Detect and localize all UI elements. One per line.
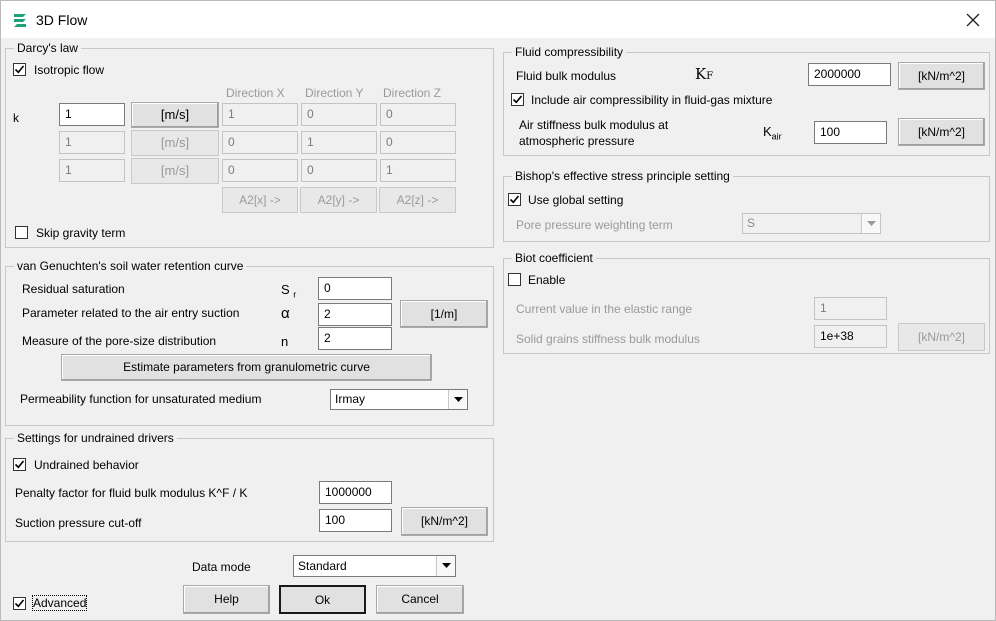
direction-x-header: Direction X: [226, 86, 285, 100]
fluid-bulk-modulus-input[interactable]: 2000000: [808, 63, 891, 86]
residual-saturation-label: Residual saturation: [22, 282, 125, 296]
pore-size-input[interactable]: 2: [318, 327, 392, 350]
dir-x-input-1: 1: [222, 103, 298, 126]
permeability-function-value: Irmay: [335, 392, 365, 406]
ok-button[interactable]: Ok: [279, 585, 366, 614]
air-stiffness-label-line1: Air stiffness bulk modulus at: [519, 118, 669, 132]
air-stiffness-symbol: Kair: [763, 124, 782, 142]
solid-grains-label: Solid grains stiffness bulk modulus: [516, 332, 700, 346]
undrained-behavior-checkbox[interactable]: [13, 458, 26, 471]
isotropic-flow-label: Isotropic flow: [34, 63, 105, 77]
fluid-compressibility-group-title: Fluid compressibility: [512, 45, 627, 59]
dir-z-input-3: 1: [380, 159, 456, 182]
data-mode-value: Standard: [298, 559, 347, 573]
undrained-behavior-label: Undrained behavior: [34, 458, 139, 472]
include-air-checkbox[interactable]: [511, 93, 524, 106]
k-label: k: [13, 111, 19, 125]
chevron-down-icon: [436, 556, 455, 576]
direction-y-header: Direction Y: [305, 86, 364, 100]
bishop-group-title: Bishop's effective stress principle sett…: [512, 169, 733, 183]
darcy-group-title: Darcy's law: [14, 41, 81, 55]
pore-pressure-weighting-label: Pore pressure weighting term: [516, 218, 673, 232]
dir-y-input-1: 0: [301, 103, 377, 126]
air-stiffness-input[interactable]: 100: [814, 121, 887, 144]
estimate-parameters-button[interactable]: Estimate parameters from granulometric c…: [61, 354, 432, 381]
data-mode-select[interactable]: Standard: [293, 555, 456, 577]
residual-saturation-input[interactable]: 0: [318, 277, 392, 300]
k-value-input-2: 1: [59, 131, 125, 154]
advanced-checkbox[interactable]: [13, 597, 26, 610]
use-global-setting-label: Use global setting: [528, 193, 624, 207]
undrained-group-title: Settings for undrained drivers: [14, 431, 177, 445]
app-logo-icon: [14, 14, 26, 27]
air-entry-input[interactable]: 2: [318, 303, 392, 326]
include-air-label: Include air compressibility in fluid-gas…: [531, 93, 773, 107]
penalty-factor-input[interactable]: 1000000: [319, 481, 392, 504]
k-unit-button-1[interactable]: [m/s]: [131, 102, 219, 128]
solid-grains-input: 1e+38: [814, 325, 887, 348]
pore-pressure-weighting-select: S: [742, 213, 881, 234]
a2y-button: A2[y] ->: [300, 187, 377, 213]
help-button[interactable]: Help: [183, 585, 270, 614]
k-unit-button-3: [m/s]: [131, 158, 219, 184]
current-value-label: Current value in the elastic range: [516, 302, 693, 316]
van-genuchten-group-title: van Genuchten's soil water retention cur…: [14, 259, 247, 273]
a2x-button: A2[x] ->: [222, 187, 298, 213]
air-stiffness-unit-button[interactable]: [kN/m^2]: [898, 118, 985, 146]
air-entry-unit-button[interactable]: [1/m]: [400, 300, 488, 328]
dir-y-input-2: 1: [301, 131, 377, 154]
k-unit-button-2: [m/s]: [131, 130, 219, 156]
cancel-button[interactable]: Cancel: [376, 585, 464, 614]
dir-x-input-3: 0: [222, 159, 298, 182]
skip-gravity-label: Skip gravity term: [36, 226, 126, 240]
permeability-function-select[interactable]: Irmay: [330, 389, 468, 410]
permeability-function-label: Permeability function for unsaturated me…: [20, 392, 262, 406]
suction-unit-button[interactable]: [kN/m^2]: [401, 507, 488, 536]
pore-size-label: Measure of the pore-size distribution: [22, 334, 217, 348]
dir-z-input-2: 0: [380, 131, 456, 154]
biot-enable-label: Enable: [528, 273, 566, 287]
pore-size-symbol: n: [281, 334, 289, 349]
penalty-factor-label: Penalty factor for fluid bulk modulus K^…: [15, 486, 248, 500]
window-title: 3D Flow: [36, 12, 88, 28]
skip-gravity-checkbox[interactable]: [15, 226, 28, 239]
dir-x-input-2: 0: [222, 131, 298, 154]
title-bar: 3D Flow: [0, 0, 996, 38]
dir-z-input-1: 0: [380, 103, 456, 126]
air-entry-symbol: α: [281, 305, 290, 322]
suction-cutoff-label: Suction pressure cut-off: [15, 516, 142, 530]
fluid-bulk-modulus-label: Fluid bulk modulus: [516, 69, 617, 83]
air-stiffness-label-line2: atmospheric pressure: [519, 134, 635, 148]
suction-cutoff-input[interactable]: 100: [319, 509, 392, 532]
solid-grains-unit-button: [kN/m^2]: [898, 323, 985, 351]
biot-group-title: Biot coefficient: [512, 251, 596, 265]
k-value-input-3: 1: [59, 159, 125, 182]
use-global-setting-checkbox[interactable]: [508, 193, 521, 206]
dir-y-input-3: 0: [301, 159, 377, 182]
air-entry-label: Parameter related to the air entry sucti…: [22, 306, 240, 320]
fluid-bulk-modulus-symbol: KF: [695, 65, 714, 83]
a2z-button: A2[z] ->: [379, 187, 456, 213]
k-value-input-1[interactable]: 1: [59, 103, 125, 126]
chevron-down-icon: [448, 390, 467, 409]
current-value-input: 1: [814, 297, 887, 320]
pore-pressure-weighting-value: S: [747, 216, 756, 230]
residual-saturation-symbol: S r: [281, 282, 297, 300]
chevron-down-icon: [861, 214, 880, 233]
data-mode-label: Data mode: [192, 560, 251, 574]
direction-z-header: Direction Z: [383, 86, 442, 100]
fluid-bulk-unit-button[interactable]: [kN/m^2]: [898, 62, 985, 90]
isotropic-flow-checkbox[interactable]: [13, 63, 26, 76]
biot-enable-checkbox[interactable]: [508, 273, 521, 286]
close-icon[interactable]: [963, 10, 983, 30]
advanced-label: Advanced: [31, 595, 88, 611]
